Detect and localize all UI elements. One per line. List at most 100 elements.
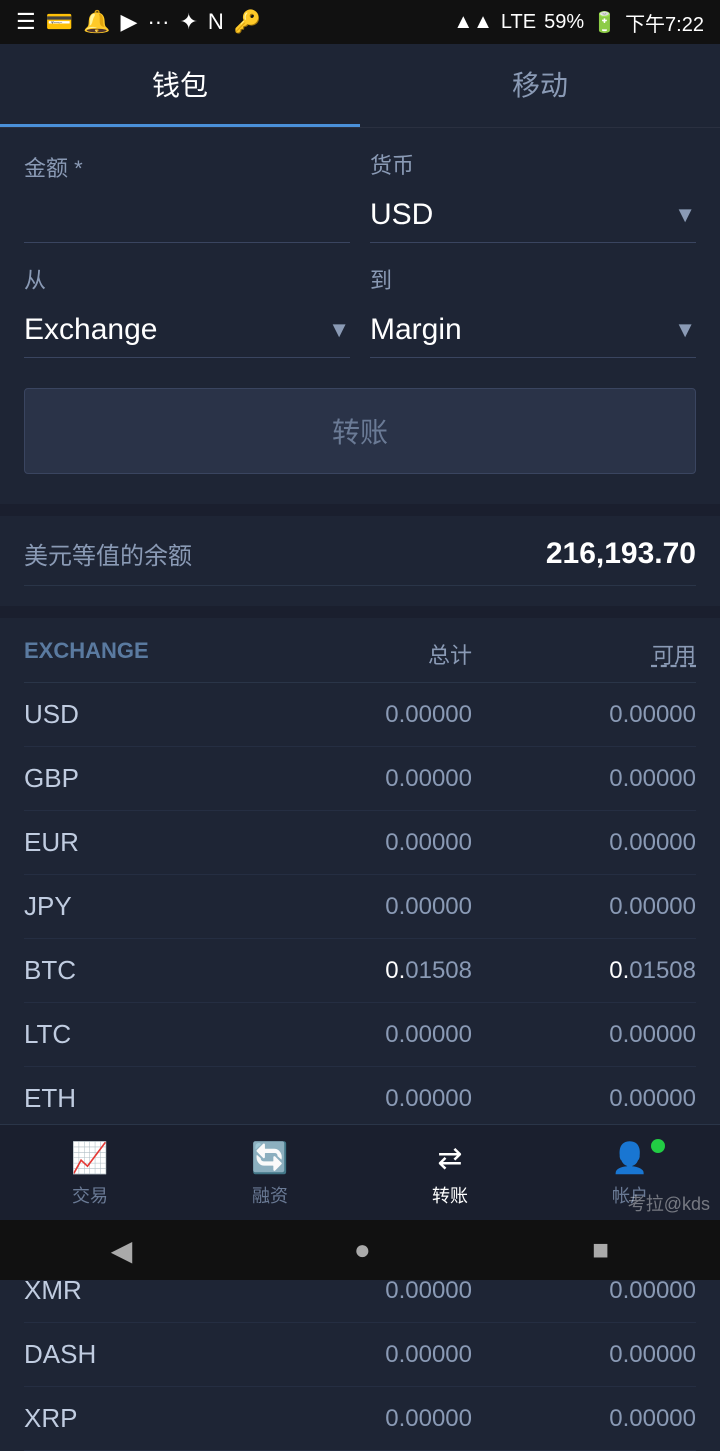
from-group: 从 Exchange ▼: [24, 263, 350, 358]
currency-available: 0.01508: [472, 957, 696, 985]
tab-mobile[interactable]: 移动: [360, 44, 720, 127]
currency-label: 货币: [370, 148, 696, 180]
to-group: 到 Margin ▼: [370, 263, 696, 358]
col-avail-header: 可用: [472, 638, 696, 670]
currency-name: LTC: [24, 1019, 248, 1050]
currency-name: DASH: [24, 1339, 248, 1370]
balance-header: 美元等值的余额 216,193.70: [24, 536, 696, 586]
trade-icon: 📈: [71, 1141, 108, 1176]
from-value: Exchange: [24, 313, 157, 347]
currency-name: GBP: [24, 763, 248, 794]
currency-arrow-icon: ▼: [674, 202, 696, 228]
ellipsis-icon: ···: [147, 9, 169, 35]
send-icon: ▶: [121, 9, 138, 35]
currency-total: 0.00000: [248, 893, 472, 921]
lte-label: LTE: [501, 11, 536, 34]
nav-item-transfer[interactable]: ⇄ 转账: [360, 1141, 540, 1208]
top-tab-bar: 钱包 移动: [0, 44, 720, 128]
to-arrow-icon: ▼: [674, 317, 696, 343]
finance-icon: 🔄: [251, 1141, 288, 1176]
transfer-icon: ⇄: [437, 1141, 462, 1176]
table-row: BTC0.015080.01508: [24, 939, 696, 1003]
transfer-button[interactable]: 转账: [24, 388, 696, 474]
watermark: 考拉@kds: [628, 1190, 710, 1216]
currency-available: 0.00000: [472, 829, 696, 857]
currency-name: USD: [24, 699, 248, 730]
currency-available: 0.00000: [472, 1405, 696, 1433]
battery-icon: 🔋: [592, 10, 617, 35]
currency-name: EUR: [24, 827, 248, 858]
amount-currency-row: 金额 * 货币 USD ▼: [24, 148, 696, 243]
menu-icon: ☰: [16, 9, 36, 35]
from-label: 从: [24, 263, 350, 295]
exchange-rows-container: USD0.000000.00000GBP0.000000.00000EUR0.0…: [24, 683, 696, 1451]
currency-total: 0.00000: [248, 1085, 472, 1113]
currency-total: 0.00000: [248, 1405, 472, 1433]
status-icons-left: ☰ 💳 🔔 ▶ ··· ✦ N 🔑: [16, 9, 261, 35]
online-indicator: [651, 1139, 665, 1153]
table-row: LTC0.000000.00000: [24, 1003, 696, 1067]
currency-available: 0.00000: [472, 1085, 696, 1113]
nav-item-finance[interactable]: 🔄 融资: [180, 1141, 360, 1208]
battery-label: 59%: [544, 11, 584, 34]
to-label: 到: [370, 263, 696, 295]
currency-total: 0.00000: [248, 765, 472, 793]
amount-label: 金额 *: [24, 151, 350, 183]
account-icon: 👤: [611, 1141, 648, 1176]
nav-item-trade[interactable]: 📈 交易: [0, 1141, 180, 1208]
currency-available: 0.00000: [472, 893, 696, 921]
from-arrow-icon: ▼: [328, 317, 350, 343]
signal-icon: ▲▲: [453, 11, 493, 34]
currency-total: 0.00000: [248, 829, 472, 857]
tab-wallet[interactable]: 钱包: [0, 44, 360, 127]
status-bar: ☰ 💳 🔔 ▶ ··· ✦ N 🔑 ▲▲ LTE 59% 🔋 下午7:22: [0, 0, 720, 44]
nfc-icon: N: [208, 9, 224, 35]
to-value: Margin: [370, 313, 462, 347]
bottom-nav: 📈 交易 🔄 融资 ⇄ 转账 👤 帐户: [0, 1124, 720, 1220]
currency-available: 0.00000: [472, 1277, 696, 1305]
status-icons-right: ▲▲ LTE 59% 🔋 下午7:22: [453, 8, 704, 37]
currency-select[interactable]: USD ▼: [370, 188, 696, 243]
balance-value: 216,193.70: [546, 537, 696, 571]
currency-name: ETH: [24, 1083, 248, 1114]
currency-available: 0.00000: [472, 1341, 696, 1369]
home-button[interactable]: ●: [354, 1234, 371, 1266]
from-select[interactable]: Exchange ▼: [24, 303, 350, 358]
back-button[interactable]: ◀: [111, 1234, 133, 1267]
exchange-table-header: EXCHANGE 总计 可用: [24, 618, 696, 683]
currency-group: 货币 USD ▼: [370, 148, 696, 243]
amount-group: 金额 *: [24, 151, 350, 243]
currency-total: 0.00000: [248, 1277, 472, 1305]
nav-label-finance: 融资: [252, 1182, 288, 1208]
currency-value: USD: [370, 198, 433, 232]
time-label: 下午7:22: [625, 8, 704, 37]
wallet-icon: 💳: [46, 9, 73, 35]
currency-total: 0.00000: [248, 701, 472, 729]
table-row: USD0.000000.00000: [24, 683, 696, 747]
currency-total: 0.00000: [248, 1341, 472, 1369]
transfer-form: 金额 * 货币 USD ▼ 从 Exchange ▼ 到 Margin ▼: [0, 128, 720, 504]
table-row: EUR0.000000.00000: [24, 811, 696, 875]
exchange-section: EXCHANGE 总计 可用 USD0.000000.00000GBP0.000…: [0, 618, 720, 1451]
to-select[interactable]: Margin ▼: [370, 303, 696, 358]
bluetooth-icon: ✦: [179, 9, 197, 35]
balance-section: 美元等值的余额 216,193.70: [0, 516, 720, 606]
bell-icon: 🔔: [83, 9, 110, 35]
table-row: GBP0.000000.00000: [24, 747, 696, 811]
col-total-header: 总计: [248, 638, 472, 670]
key-icon: 🔑: [234, 9, 261, 35]
currency-total: 0.01508: [248, 957, 472, 985]
recents-button[interactable]: ■: [592, 1234, 609, 1266]
currency-total: 0.00000: [248, 1021, 472, 1049]
amount-input[interactable]: [24, 191, 350, 243]
currency-name: XRP: [24, 1403, 248, 1434]
currency-available: 0.00000: [472, 701, 696, 729]
balance-label: 美元等值的余额: [24, 536, 192, 571]
currency-name: JPY: [24, 891, 248, 922]
currency-available: 0.00000: [472, 765, 696, 793]
table-row: ETH0.000000.00000: [24, 1067, 696, 1131]
android-nav-bar: ◀ ● ■: [0, 1220, 720, 1280]
from-to-row: 从 Exchange ▼ 到 Margin ▼: [24, 263, 696, 358]
currency-available: 0.00000: [472, 1021, 696, 1049]
section-label: EXCHANGE: [24, 638, 248, 670]
